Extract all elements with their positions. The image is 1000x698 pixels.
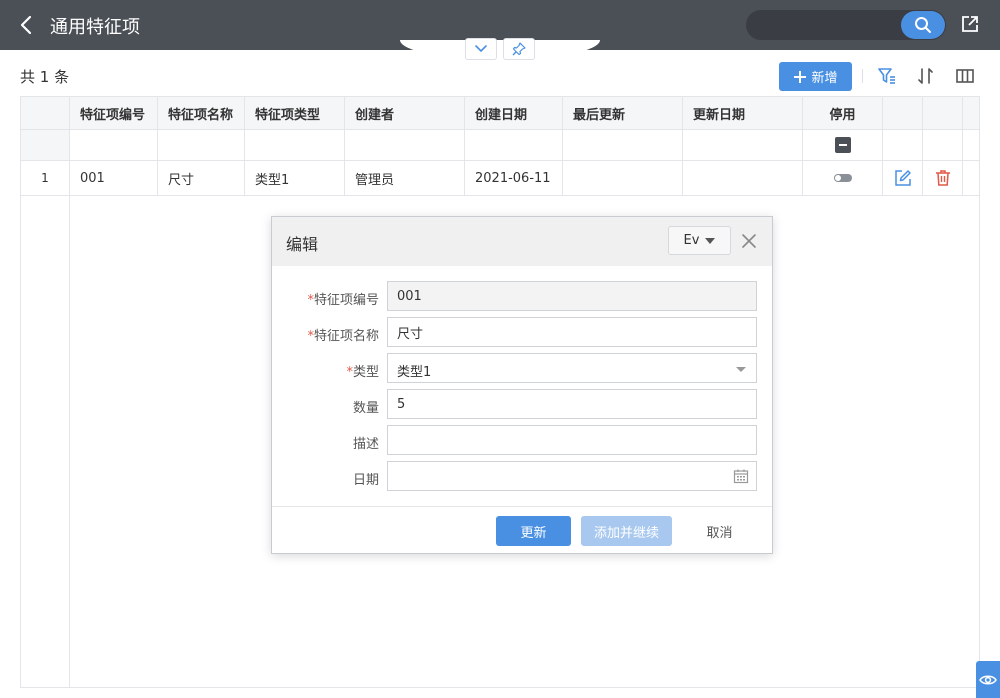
filter-cell xyxy=(883,130,923,160)
table-header-row: 特征项编号 特征项名称 特征项类型 创建者 创建日期 最后更新 更新日期 停用 xyxy=(21,97,979,130)
filter-icon xyxy=(878,68,895,84)
date-input[interactable] xyxy=(397,468,717,484)
column-header[interactable]: 创建者 xyxy=(345,97,465,129)
code-input[interactable] xyxy=(397,288,717,304)
type-select[interactable]: 类型1 xyxy=(387,353,757,383)
search-icon xyxy=(915,17,931,33)
filter-row xyxy=(21,130,979,161)
cell-disabled xyxy=(803,161,883,195)
cell-code: 001 xyxy=(70,161,158,195)
back-button[interactable] xyxy=(14,12,38,38)
column-header[interactable]: 创建日期 xyxy=(465,97,563,129)
description-field xyxy=(387,425,757,455)
header-index xyxy=(21,97,70,129)
filter-cell[interactable] xyxy=(563,130,683,160)
close-icon xyxy=(742,234,756,248)
sort-icon xyxy=(918,68,933,84)
calendar-icon[interactable] xyxy=(733,468,749,484)
sort-button[interactable] xyxy=(915,65,937,87)
column-header[interactable]: 特征项名称 xyxy=(158,97,245,129)
index-gutter-line xyxy=(69,196,70,688)
disable-toggle[interactable] xyxy=(833,174,852,182)
dialog-header: 编辑 Ev xyxy=(272,217,772,266)
search-box xyxy=(746,10,946,40)
external-link-icon xyxy=(962,16,978,32)
chevron-down-icon xyxy=(475,45,487,53)
cell-created: 2021-06-11 xyxy=(465,161,563,195)
caret-down-icon xyxy=(705,237,716,244)
record-count: 共 1 条 xyxy=(20,68,70,86)
filter-cell xyxy=(923,130,963,160)
close-button[interactable] xyxy=(739,231,759,251)
column-header[interactable]: 更新日期 xyxy=(683,97,803,129)
update-button[interactable]: 更新 xyxy=(496,516,571,546)
field-label: 数量 xyxy=(352,401,379,416)
table-row[interactable]: 1 001 尺寸 类型1 管理员 2021-06-11 xyxy=(21,161,979,196)
edit-dialog: 编辑 Ev *特征项编号 *特征项名称 *类型 类型1 数量 描述 xyxy=(271,216,773,554)
cell-updated xyxy=(683,161,803,195)
date-field xyxy=(387,461,757,491)
add-button-label: 新增 xyxy=(811,71,838,86)
field-label: *特征项编号 xyxy=(307,293,379,308)
cell-delete xyxy=(923,161,963,195)
pin-icon xyxy=(512,42,526,56)
dialog-footer-divider xyxy=(272,506,772,507)
filter-cell[interactable] xyxy=(345,130,465,160)
cell-type: 类型1 xyxy=(245,161,345,195)
header-delete-col xyxy=(923,97,963,129)
caret-down-icon xyxy=(736,367,746,372)
filter-button[interactable] xyxy=(876,65,898,87)
type-select-value: 类型1 xyxy=(397,365,432,380)
cell-creator: 管理员 xyxy=(345,161,465,195)
toolbar-divider xyxy=(862,69,863,83)
field-label: *特征项名称 xyxy=(307,329,379,344)
plus-icon xyxy=(794,70,807,83)
columns-icon xyxy=(956,69,974,83)
filter-cell[interactable] xyxy=(245,130,345,160)
field-label: 描述 xyxy=(352,437,379,452)
dialog-title: 编辑 xyxy=(286,235,319,254)
name-input[interactable] xyxy=(397,324,717,340)
code-field xyxy=(387,281,757,311)
cell-last-update xyxy=(563,161,683,195)
page-title: 通用特征项 xyxy=(50,17,140,38)
view-toggle-button[interactable] xyxy=(976,661,1000,698)
quantity-input[interactable] xyxy=(397,396,717,412)
share-button[interactable] xyxy=(960,14,980,34)
add-button[interactable]: 新增 xyxy=(779,62,852,91)
field-label: *类型 xyxy=(346,365,379,380)
row-index: 1 xyxy=(21,161,70,195)
trash-icon[interactable] xyxy=(934,169,952,187)
edit-icon[interactable] xyxy=(894,169,912,187)
column-header[interactable]: 特征项类型 xyxy=(245,97,345,129)
column-header[interactable]: 最后更新 xyxy=(563,97,683,129)
pin-button[interactable] xyxy=(503,38,535,60)
search-button[interactable] xyxy=(901,11,945,39)
quantity-field xyxy=(387,389,757,419)
cancel-button[interactable]: 取消 xyxy=(682,516,757,546)
search-input[interactable] xyxy=(758,15,898,35)
collapse-button[interactable] xyxy=(465,38,497,60)
cell-name: 尺寸 xyxy=(158,161,245,195)
filter-cell[interactable] xyxy=(70,130,158,160)
indeterminate-checkbox[interactable] xyxy=(834,137,851,153)
chevron-left-icon xyxy=(20,15,32,35)
columns-button[interactable] xyxy=(954,65,976,87)
header-edit-col xyxy=(883,97,923,129)
column-header[interactable]: 停用 xyxy=(803,97,883,129)
language-label: Ev xyxy=(683,233,700,248)
filter-cell[interactable] xyxy=(158,130,245,160)
filter-index xyxy=(21,130,70,160)
filter-cell xyxy=(803,130,883,160)
description-input[interactable] xyxy=(397,432,717,448)
cell-edit xyxy=(883,161,923,195)
field-label: 日期 xyxy=(352,473,379,488)
filter-cell[interactable] xyxy=(683,130,803,160)
column-header[interactable]: 特征项编号 xyxy=(70,97,158,129)
eye-icon xyxy=(979,675,997,684)
name-field xyxy=(387,317,757,347)
filter-cell[interactable] xyxy=(465,130,563,160)
add-continue-button[interactable]: 添加并继续 xyxy=(581,516,672,546)
language-dropdown[interactable]: Ev xyxy=(668,226,731,255)
